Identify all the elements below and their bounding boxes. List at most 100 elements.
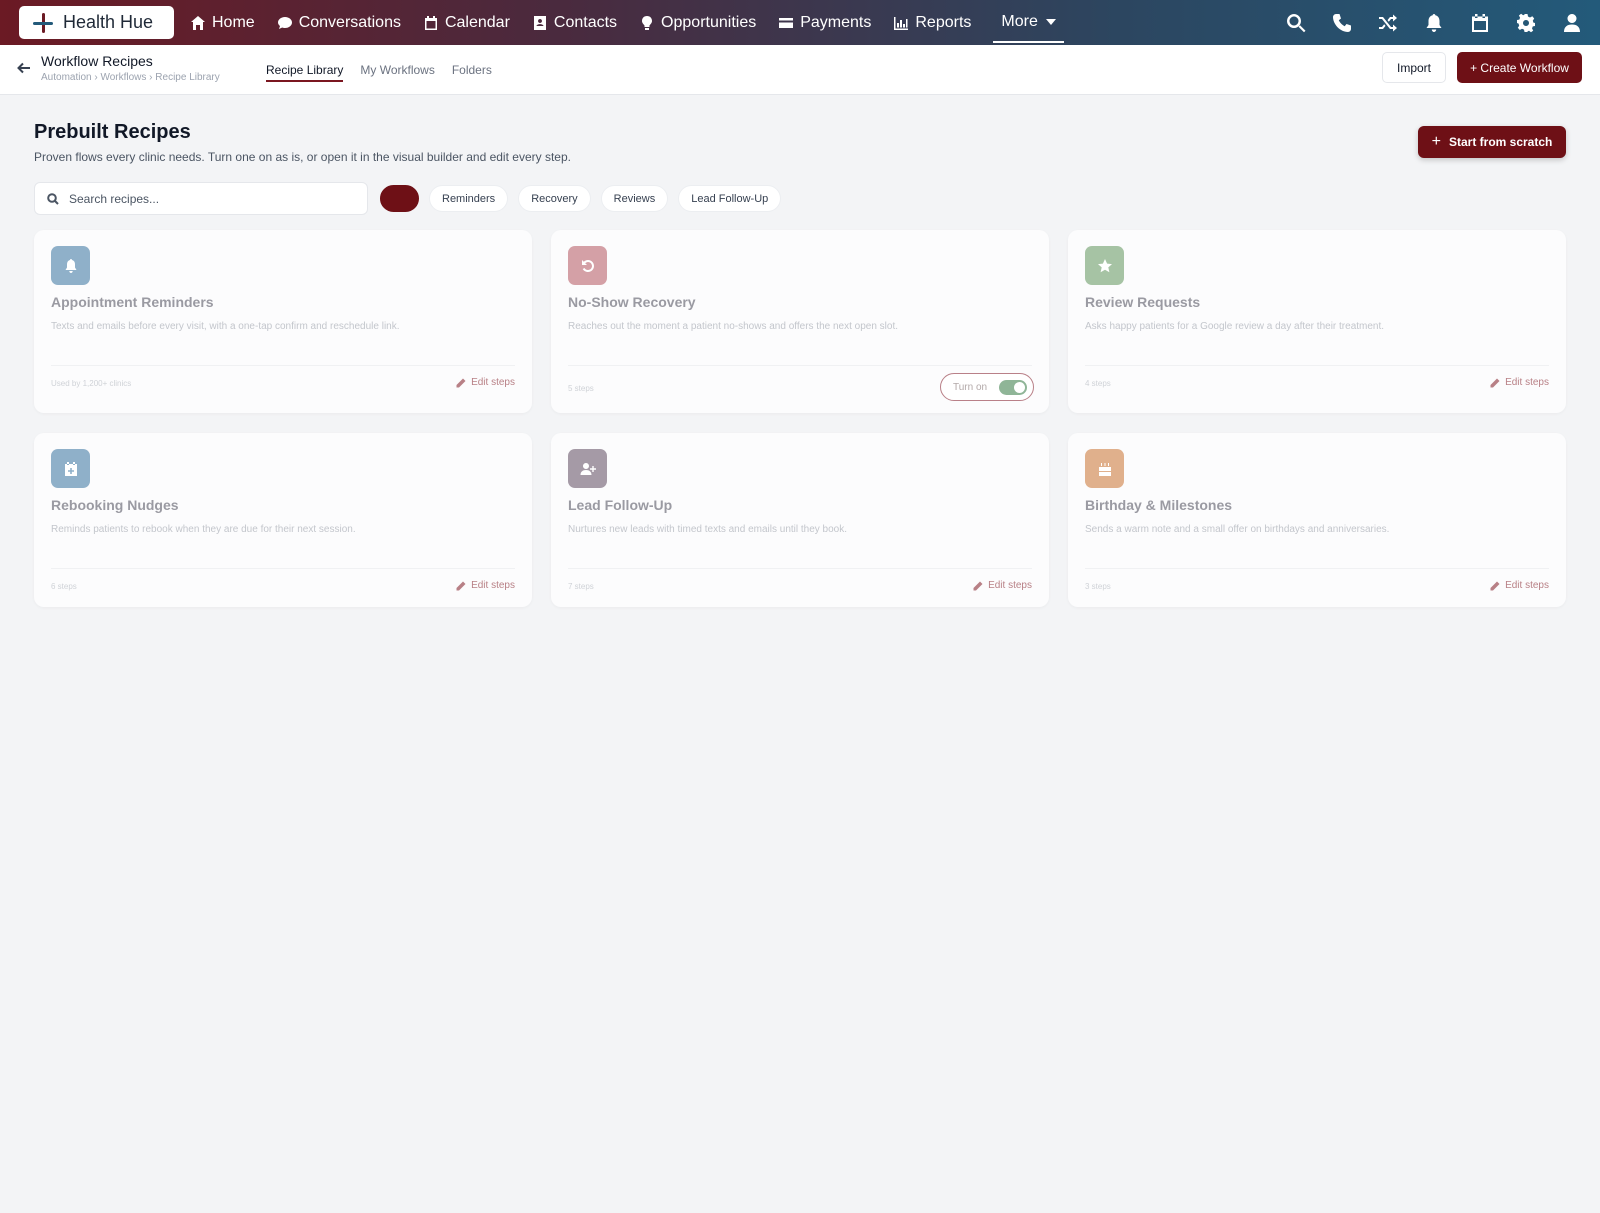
nav-item-contacts[interactable]: Contacts [532, 0, 617, 45]
contact-card-icon [533, 15, 546, 30]
phone-icon[interactable] [1332, 13, 1352, 33]
nav-item-label: Contacts [553, 13, 618, 31]
breadcrumb: Automation › Workflows › Recipe Library [41, 72, 220, 83]
subheader-tabs: Recipe Library My Workflows Folders [266, 45, 492, 95]
logo-mark-icon [31, 11, 55, 35]
recipe-card-review-requests[interactable]: Review Requests Asks happy patients for … [1068, 230, 1566, 413]
edit-steps-link[interactable]: Edit steps [1490, 377, 1549, 388]
nav-item-reports[interactable]: Reports [893, 0, 971, 45]
top-nav: Health Hue Home Conversations Calendar C… [0, 0, 1600, 45]
bell-icon [65, 258, 76, 273]
recipe-description: Asks happy patients for a Google review … [1085, 321, 1385, 332]
toggle-switch[interactable] [999, 379, 1027, 395]
nav-items: Home Conversations Calendar Contacts Opp… [190, 0, 1086, 45]
recipe-icon-tile [51, 246, 90, 285]
cake-icon [1098, 462, 1111, 476]
filter-chip-lead-follow-up[interactable]: Lead Follow-Up [678, 185, 782, 212]
nav-item-label: Conversations [298, 13, 401, 31]
recipe-title: Birthday & Milestones [1085, 497, 1233, 513]
recipe-meta: 4 steps [1085, 379, 1111, 388]
brand-name: Health Hue [63, 12, 154, 32]
nav-item-label: Payments [800, 13, 872, 31]
nav-item-label: Calendar [444, 13, 510, 31]
back-arrow-icon[interactable] [16, 60, 34, 78]
recipe-icon-tile [51, 449, 90, 488]
nav-item-opportunities[interactable]: Opportunities [639, 0, 756, 45]
recipe-meta: 3 steps [1085, 582, 1111, 591]
lightbulb-icon [642, 15, 653, 30]
recipe-card-no-show-recovery[interactable]: No-Show Recovery Reaches out the moment … [551, 230, 1049, 413]
gear-icon[interactable] [1516, 13, 1536, 33]
nav-more-menu[interactable]: More [993, 3, 1064, 43]
search-box [34, 182, 368, 215]
recipe-description: Nurtures new leads with timed texts and … [568, 524, 848, 535]
edit-steps-label: Edit steps [471, 377, 515, 388]
recipe-description: Reaches out the moment a patient no-show… [568, 321, 899, 332]
edit-steps-label: Edit steps [988, 580, 1032, 591]
import-button[interactable]: Import [1382, 52, 1446, 83]
card-divider [51, 568, 515, 569]
recipe-icon-tile [568, 449, 607, 488]
tab-my-workflows[interactable]: My Workflows [360, 45, 434, 95]
recipe-title: No-Show Recovery [568, 294, 696, 310]
card-divider [568, 365, 1032, 366]
brand-logo[interactable]: Health Hue [19, 6, 174, 39]
nav-item-label: Reports [915, 13, 972, 31]
bell-icon[interactable] [1424, 13, 1444, 33]
recipe-description: Sends a warm note and a small offer on b… [1085, 524, 1390, 535]
create-workflow-button[interactable]: + Create Workflow [1457, 52, 1582, 83]
nav-item-payments[interactable]: Payments [778, 0, 871, 45]
filter-chips: Reminders Recovery Reviews Lead Follow-U… [380, 185, 782, 212]
tab-recipe-library[interactable]: Recipe Library [266, 45, 344, 95]
recipe-grid: Appointment Reminders Texts and emails b… [34, 230, 1566, 607]
search-input[interactable] [69, 191, 349, 206]
recipe-icon-tile [1085, 449, 1124, 488]
recipe-icon-tile [568, 246, 607, 285]
filter-chip-reviews[interactable]: Reviews [600, 185, 669, 212]
recipe-meta: 5 steps [568, 384, 594, 393]
card-divider [1085, 568, 1549, 569]
recipe-description: Texts and emails before every visit, wit… [51, 321, 400, 332]
page-title: Prebuilt Recipes [34, 121, 191, 143]
nav-item-home[interactable]: Home [190, 0, 255, 45]
credit-card-icon [779, 17, 794, 28]
turn-on-label: Turn on [953, 381, 988, 393]
recipe-title: Lead Follow-Up [568, 497, 673, 513]
calendar-plus-icon [64, 461, 77, 476]
pencil-icon [456, 581, 466, 590]
edit-steps-link[interactable]: Edit steps [1490, 580, 1549, 591]
filter-chip-reminders[interactable]: Reminders [429, 185, 509, 212]
nav-item-calendar[interactable]: Calendar [423, 0, 510, 45]
recipe-title: Appointment Reminders [51, 294, 214, 310]
edit-steps-link[interactable]: Edit steps [456, 377, 515, 388]
workflow-section-title: Workflow Recipes [41, 53, 153, 69]
turn-on-toggle[interactable]: Turn on [940, 373, 1034, 401]
edit-steps-link[interactable]: Edit steps [973, 580, 1032, 591]
user-icon[interactable] [1562, 13, 1582, 33]
recipe-card-appointment-reminders[interactable]: Appointment Reminders Texts and emails b… [34, 230, 532, 413]
recipe-card-birthday-milestones[interactable]: Birthday & Milestones Sends a warm note … [1068, 433, 1566, 607]
tab-folders[interactable]: Folders [452, 45, 492, 95]
nav-more-label: More [1001, 12, 1038, 30]
recipe-card-rebooking-nudges[interactable]: Rebooking Nudges Reminds patients to reb… [34, 433, 532, 607]
recipe-card-lead-follow-up[interactable]: Lead Follow-Up Nurtures new leads with t… [551, 433, 1049, 607]
shuffle-icon[interactable] [1378, 13, 1398, 33]
pencil-icon [456, 378, 466, 387]
recipe-meta: 7 steps [568, 582, 594, 591]
nav-item-conversations[interactable]: Conversations [277, 0, 401, 45]
nav-item-label: Opportunities [661, 13, 757, 31]
start-from-scratch-label: Start from scratch [1448, 135, 1553, 149]
recipe-meta: Used by 1,200+ clinics [51, 379, 132, 388]
recipe-title: Review Requests [1085, 294, 1201, 310]
star-icon [1097, 258, 1112, 272]
undo-icon [581, 259, 594, 272]
search-icon[interactable] [1286, 13, 1306, 33]
chat-bubble-icon [277, 16, 292, 29]
filter-chip-recovery[interactable]: Recovery [518, 185, 591, 212]
filter-chip-all[interactable] [380, 185, 419, 212]
calendar-icon[interactable] [1470, 13, 1490, 33]
calendar-icon [424, 15, 437, 30]
edit-steps-link[interactable]: Edit steps [456, 580, 515, 591]
recipe-meta: 6 steps [51, 582, 77, 591]
start-from-scratch-button[interactable]: + Start from scratch [1418, 126, 1566, 158]
